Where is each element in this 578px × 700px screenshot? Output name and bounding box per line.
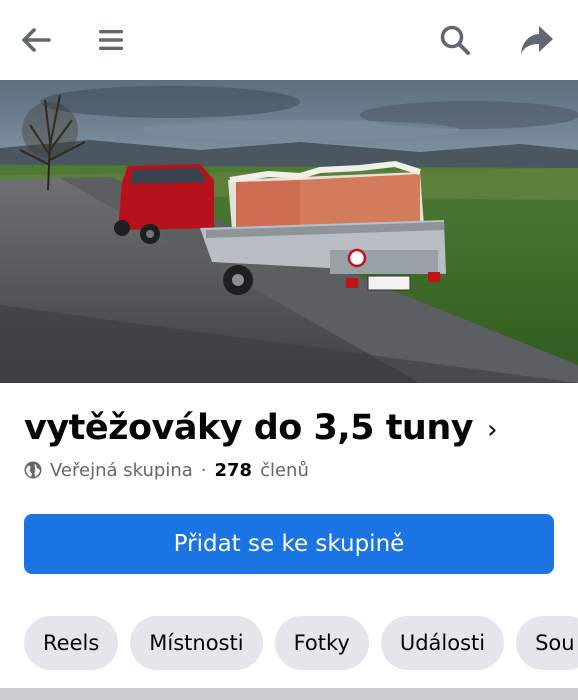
- group-meta: Veřejná skupina · 278 členů: [24, 457, 309, 483]
- search-icon: [440, 25, 470, 55]
- menu-icon: [99, 30, 123, 50]
- group-tabs: Reels Místnosti Fotky Události Sou: [24, 616, 578, 670]
- cover-photo-image: [0, 80, 578, 383]
- menu-button[interactable]: [89, 18, 133, 62]
- tab-rooms[interactable]: Místnosti: [130, 616, 263, 670]
- member-count: 278: [214, 459, 253, 481]
- tab-reels[interactable]: Reels: [24, 616, 119, 670]
- chevron-right-icon: ›: [487, 415, 498, 445]
- meta-separator: ·: [200, 459, 207, 481]
- tab-files[interactable]: Sou: [516, 616, 578, 670]
- privacy-label: Veřejná skupina: [50, 459, 193, 481]
- back-button[interactable]: [14, 18, 58, 62]
- share-button[interactable]: [515, 18, 559, 62]
- group-name: vytěžováky do 3,5 tuny: [24, 408, 474, 448]
- globe-icon: [24, 461, 42, 479]
- group-cover-photo[interactable]: [0, 80, 578, 383]
- join-group-button[interactable]: Přidat se ke skupině: [24, 514, 554, 574]
- section-divider: [0, 688, 578, 700]
- group-title-row[interactable]: vytěžováky do 3,5 tuny ›: [24, 402, 497, 454]
- back-arrow-icon: [22, 28, 51, 52]
- share-icon: [521, 26, 553, 54]
- tab-photos[interactable]: Fotky: [274, 616, 369, 670]
- tab-events[interactable]: Události: [380, 616, 505, 670]
- top-navigation-bar: [0, 0, 578, 80]
- members-label: členů: [260, 459, 309, 481]
- search-button[interactable]: [433, 18, 477, 62]
